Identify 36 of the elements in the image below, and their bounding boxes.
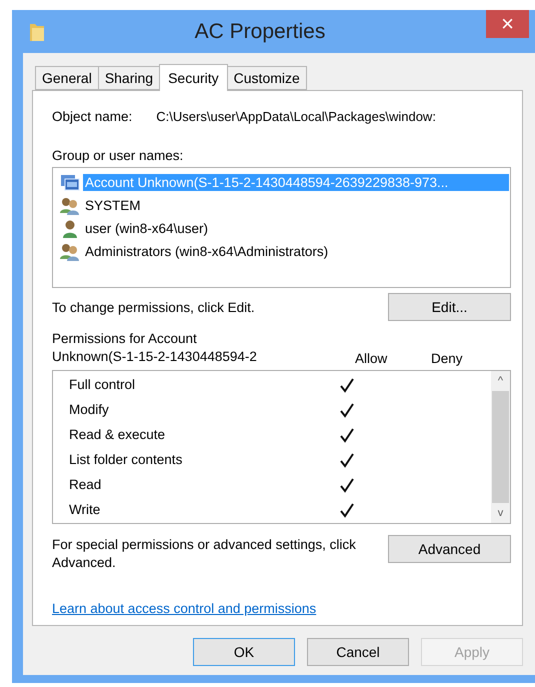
advanced-button[interactable]: Advanced [388, 535, 511, 563]
permission-name: Read [69, 477, 102, 492]
help-link[interactable]: Learn about access control and permissions [52, 601, 316, 616]
advanced-hint: For special permissions or advanced settings, click Advanced. [52, 536, 357, 572]
scrollbar[interactable]: ^ v [491, 371, 510, 523]
scroll-down-arrow[interactable]: v [491, 503, 510, 523]
folder-icon [29, 22, 45, 42]
user-icon [60, 220, 80, 238]
tab[interactable]: Customize [226, 66, 307, 90]
tab[interactable]: General [35, 66, 99, 90]
users-icon [60, 242, 80, 260]
allow-header: Allow [355, 351, 388, 366]
list-item[interactable]: SYSTEM [83, 197, 143, 214]
close-button[interactable]: × [486, 10, 529, 38]
list-item[interactable]: Administrators (win8-x64\Administrators) [83, 243, 330, 260]
change-hint: To change permissions, click Edit. [52, 300, 255, 314]
dialog-button[interactable]: Cancel [307, 638, 409, 666]
list-item[interactable]: user (win8-x64\user) [83, 220, 210, 237]
permissions-label: Permissions for Account Unknown(S-1-15-2-1430448594-2 [52, 330, 258, 366]
window-title: AC Properties [194, 20, 326, 44]
permission-name: Modify [69, 402, 110, 417]
users-icon [60, 196, 80, 214]
permission-name: Write [69, 502, 102, 517]
edit-button[interactable]: Edit... [388, 293, 511, 321]
group-list-label: Group or user names: [52, 148, 184, 163]
monitor-icon [60, 174, 80, 192]
dialog-button[interactable]: OK [193, 638, 295, 666]
permission-name: Read & execute [69, 427, 166, 442]
scroll-up-arrow[interactable]: ^ [491, 371, 510, 391]
deny-header: Deny [431, 351, 464, 366]
permission-name: List folder contents [69, 452, 184, 467]
tab[interactable]: Sharing [98, 66, 160, 90]
object-name-value: C:\Users\user\AppData\Local\Packages\window: [156, 109, 436, 124]
permission-name: Full control [69, 377, 136, 392]
object-name-label: Object name: [52, 109, 132, 124]
tab[interactable]: Security [159, 64, 228, 91]
